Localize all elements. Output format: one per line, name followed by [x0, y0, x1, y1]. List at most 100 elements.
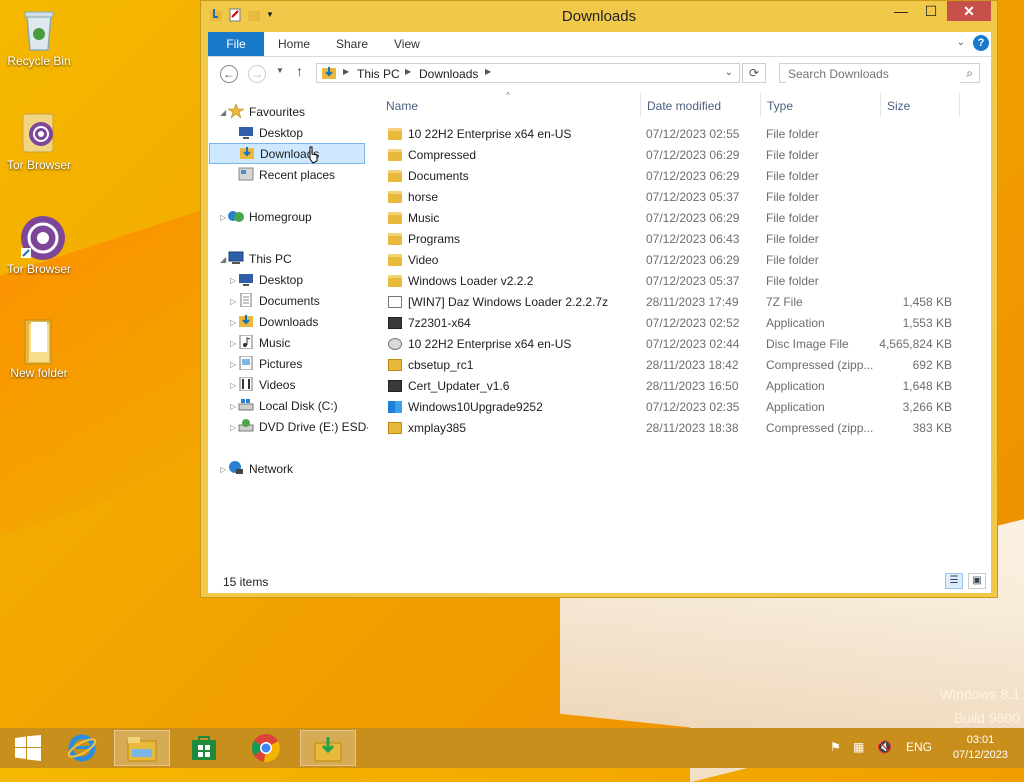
expand-arrow-icon[interactable]: ▷ — [230, 297, 236, 306]
nav-fav-downloads[interactable]: Downloads — [209, 143, 365, 164]
column-header-name[interactable]: Name — [386, 99, 418, 113]
breadcrumb-separator-icon: ▶ — [485, 67, 492, 76]
address-dropdown-icon[interactable]: ⌄ — [725, 67, 733, 78]
language-indicator[interactable]: ENG — [906, 740, 932, 754]
table-row[interactable]: Music 07/12/2023 06:29 File folder — [378, 208, 978, 229]
desktop-icon-tor-browser[interactable]: Tor Browser — [1, 110, 77, 172]
table-row[interactable]: [WIN7] Daz Windows Loader 2.2.2.7z 28/11/… — [378, 292, 978, 313]
expand-arrow-icon[interactable]: ▷ — [230, 402, 236, 411]
nav-fav-recent-places[interactable]: Recent places — [238, 165, 335, 186]
desktop-icon-new-folder[interactable]: New folder — [1, 318, 77, 380]
back-button[interactable]: ← — [220, 65, 238, 83]
taskbar: ⚑ ▦ 🔇 ENG 03:01 07/12/2023 — [0, 728, 1024, 768]
nav-pc-documents[interactable]: Documents — [238, 291, 320, 312]
minimize-button[interactable]: — — [887, 1, 915, 21]
column-separator[interactable] — [880, 93, 881, 117]
column-header-type[interactable]: Type — [767, 99, 793, 113]
expand-arrow-icon[interactable]: ◢ — [220, 108, 226, 117]
tab-share[interactable]: Share — [328, 32, 376, 56]
expand-arrow-icon[interactable]: ▷ — [220, 465, 226, 474]
file-date-modified: 07/12/2023 02:52 — [646, 316, 740, 330]
nav-pc-desktop[interactable]: Desktop — [238, 270, 303, 291]
network-tray-icon[interactable]: ▦ — [853, 740, 864, 754]
table-row[interactable]: cbsetup_rc1 28/11/2023 18:42 Compressed (z… — [378, 355, 978, 376]
desktop-icon-tor-browser-shortcut[interactable]: Tor Browser — [1, 214, 77, 276]
taskbar-store[interactable] — [176, 730, 232, 766]
table-row[interactable]: Documents 07/12/2023 06:29 File folder — [378, 166, 978, 187]
nav-pc-music[interactable]: Music — [238, 333, 290, 354]
refresh-button[interactable]: ⟳ — [742, 63, 766, 83]
column-header-date-modified[interactable]: Date modified — [647, 99, 721, 113]
maximize-button[interactable]: ☐ — [917, 1, 945, 21]
table-row[interactable]: Video 07/12/2023 06:29 File folder — [378, 250, 978, 271]
desktop-icon-recycle-bin[interactable]: Recycle Bin — [1, 6, 77, 68]
table-row[interactable]: Cert_Updater_v1.6 28/11/2023 16:50 Applica… — [378, 376, 978, 397]
table-row[interactable]: 10 22H2 Enterprise x64 en-US 07/12/2023 0… — [378, 334, 978, 355]
table-row[interactable]: Windows10Upgrade9252 07/12/2023 02:35 Appl… — [378, 397, 978, 418]
breadcrumb-downloads[interactable]: Downloads — [419, 67, 478, 81]
volume-muted-icon[interactable]: 🔇 — [877, 740, 892, 754]
expand-arrow-icon[interactable]: ▷ — [220, 213, 226, 222]
nav-pc-videos[interactable]: Videos — [238, 375, 295, 396]
nav-this-pc[interactable]: This PC — [228, 249, 292, 270]
help-icon[interactable]: ? — [973, 35, 989, 51]
clock[interactable]: 03:01 07/12/2023 — [953, 733, 1008, 763]
table-row[interactable]: xmplay385 28/11/2023 18:38 Compressed (zip… — [378, 418, 978, 439]
nav-fav-desktop[interactable]: Desktop — [238, 123, 303, 144]
file-size: 1,553 KB — [902, 316, 952, 330]
tab-view[interactable]: View — [386, 32, 428, 56]
expand-ribbon-icon[interactable]: ⌄ — [957, 37, 965, 48]
recent-locations-icon[interactable]: ▼ — [276, 66, 284, 75]
taskbar-downloads-window[interactable] — [300, 730, 356, 766]
hand-cursor-icon — [309, 146, 318, 164]
action-center-flag-icon[interactable]: ⚑ — [830, 740, 841, 754]
expand-arrow-icon[interactable]: ◢ — [220, 255, 226, 264]
up-button[interactable]: ↑ — [296, 63, 303, 79]
table-row[interactable]: Compressed 07/12/2023 06:29 File folder — [378, 145, 978, 166]
nav-pc-dvd-drive[interactable]: DVD Drive (E:) ESD-IS — [238, 417, 368, 438]
search-box[interactable]: ⌕ — [779, 63, 980, 83]
column-header-size[interactable]: Size — [887, 99, 910, 113]
nav-pc-downloads[interactable]: Downloads — [238, 312, 318, 333]
table-row[interactable]: 10 22H2 Enterprise x64 en-US 07/12/2023 0… — [378, 124, 978, 145]
column-separator[interactable] — [760, 93, 761, 117]
column-separator[interactable] — [640, 93, 641, 117]
breadcrumb-this-pc[interactable]: This PC — [357, 67, 400, 81]
close-button[interactable]: ✕ — [947, 1, 991, 21]
start-button[interactable] — [0, 730, 56, 766]
forward-button[interactable]: → — [248, 65, 266, 83]
expand-arrow-icon[interactable]: ▷ — [230, 276, 236, 285]
address-bar[interactable]: ▶ This PC ▶ Downloads ▶ ⌄ — [316, 63, 740, 83]
nav-network[interactable]: Network — [228, 459, 293, 480]
table-row[interactable]: Windows Loader v2.2.2 07/12/2023 05:37 Fil… — [378, 271, 978, 292]
taskbar-internet-explorer[interactable] — [54, 730, 110, 766]
expand-arrow-icon[interactable]: ▷ — [230, 318, 236, 327]
nav-homegroup[interactable]: Homegroup — [228, 207, 312, 228]
nav-pc-local-disk[interactable]: Local Disk (C:) — [238, 396, 338, 417]
file-type: Disc Image File — [766, 337, 849, 351]
large-icons-view-button[interactable]: ▣ — [968, 573, 986, 589]
details-view-button[interactable]: ☰ — [945, 573, 963, 589]
desktop-icon — [238, 125, 254, 139]
table-row[interactable]: horse 07/12/2023 05:37 File folder — [378, 187, 978, 208]
search-input[interactable] — [786, 65, 960, 83]
tab-home[interactable]: Home — [270, 32, 318, 56]
search-icon[interactable]: ⌕ — [966, 66, 973, 81]
title-bar[interactable]: ▼ Downloads — ☐ ✕ — [201, 1, 997, 33]
expand-arrow-icon[interactable]: ▷ — [230, 360, 236, 369]
taskbar-file-explorer[interactable] — [114, 730, 170, 766]
file-type: File folder — [766, 274, 819, 288]
taskbar-chrome[interactable] — [238, 730, 294, 766]
zip-icon — [388, 359, 402, 371]
file-size: 1,648 KB — [902, 379, 952, 393]
windows-logo-icon — [15, 735, 41, 761]
table-row[interactable]: 7z2301-x64 07/12/2023 02:52 Application 1,5… — [378, 313, 978, 334]
column-separator[interactable] — [959, 93, 960, 117]
nav-pc-pictures[interactable]: Pictures — [238, 354, 302, 375]
table-row[interactable]: Programs 07/12/2023 06:43 File folder — [378, 229, 978, 250]
tab-file[interactable]: File — [208, 32, 264, 56]
expand-arrow-icon[interactable]: ▷ — [230, 381, 236, 390]
expand-arrow-icon[interactable]: ▷ — [230, 339, 236, 348]
nav-favourites[interactable]: Favourites — [226, 102, 305, 123]
expand-arrow-icon[interactable]: ▷ — [230, 423, 236, 432]
